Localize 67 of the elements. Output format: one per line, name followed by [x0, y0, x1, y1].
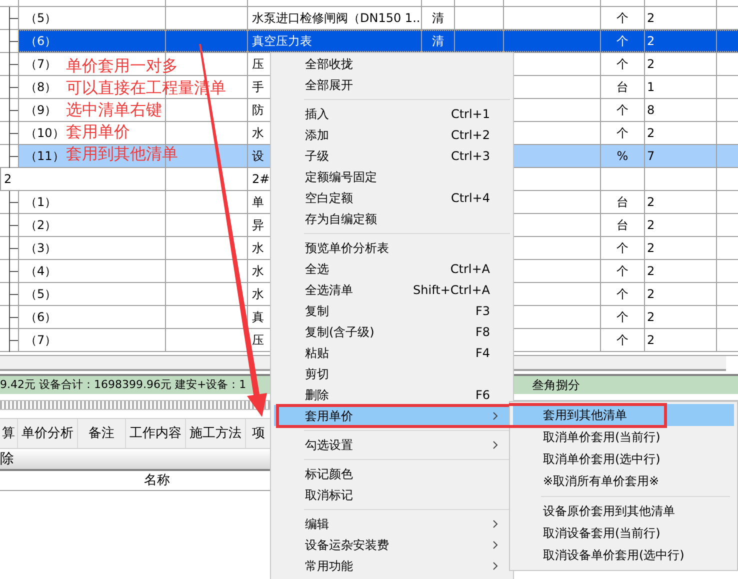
table-cell-text: 个: [616, 125, 628, 142]
table-cell-text: 2: [646, 332, 655, 349]
table-cell-text: （10）: [24, 125, 64, 142]
table-cell-text: 个: [616, 33, 628, 50]
table-cell-text: 手: [251, 79, 264, 96]
table-cell-text: （2）: [24, 217, 57, 234]
table-cell-text: 压: [251, 56, 264, 73]
table-cell-text: 个: [616, 10, 628, 27]
annotation-text: 单价套用一对多: [66, 57, 178, 75]
table-cell-text: 个: [616, 240, 628, 257]
table-cell-text: 个: [616, 56, 628, 73]
table-cell-text: 个: [616, 309, 628, 326]
table-cell-text: 水泵进口检修闸阀（DN150 1...: [251, 10, 421, 27]
table-cell-text: （11）: [24, 148, 64, 165]
status-text: 9.42元 设备合计：1698399.96元 建安+设备：1: [0, 376, 246, 393]
table-cell-text: （1）: [24, 194, 57, 211]
table-cell-text: （3）: [24, 240, 57, 257]
table-cell-text: 压: [251, 332, 264, 349]
table-cell-text: （8）: [24, 79, 57, 96]
table-cell-text: 2: [3, 171, 12, 188]
table-cell-text: （6）: [24, 309, 57, 326]
table-cell-text: （5）: [24, 286, 57, 303]
table-cell-text: 2#: [251, 171, 270, 188]
table-cell-text: 水: [251, 240, 264, 257]
annotation-text: 选中清单右键: [66, 101, 162, 119]
table-cell-text: 清: [432, 10, 444, 27]
annotation-text: 套用单价: [66, 123, 130, 141]
table-cell-text: 1: [646, 79, 655, 96]
table-cell-text: 个: [616, 102, 628, 119]
table-cell-text: 水: [251, 263, 264, 280]
table-cell-text: 2: [646, 125, 655, 142]
table-cell-text: 个: [616, 286, 628, 303]
table-cell-text: 异: [251, 217, 264, 234]
table-cell-text: 真空压力表: [251, 33, 312, 50]
table-cell-text: 2: [646, 240, 655, 257]
table-cell-text: 清: [432, 33, 444, 50]
table-cell-text: %: [616, 148, 628, 165]
table-cell-text: （4）: [24, 263, 57, 280]
table-cell-text: 2: [646, 286, 655, 303]
table-cell-text: （9）: [24, 102, 57, 119]
table-cell-text: 单: [251, 194, 264, 211]
table-cell-text: （7）: [24, 332, 57, 349]
annotation-text: 套用到其他清单: [66, 145, 178, 163]
table-cell-text: 台: [616, 217, 628, 234]
table-cell-text: 8: [646, 102, 655, 119]
table-cell-text: 个: [616, 263, 628, 280]
table-cell-text: （6）: [24, 33, 57, 50]
table-cell-text: 个: [616, 332, 628, 349]
table-cell-text: 2: [646, 309, 655, 326]
table-cell-text: 2: [646, 194, 655, 211]
table-cell-text: 防: [251, 102, 264, 119]
column-header: 名称: [0, 471, 270, 491]
table-cell-text: 水: [251, 125, 264, 142]
table-cell-text: 台: [616, 79, 628, 96]
table-cell-text: 2: [646, 56, 655, 73]
table-cell-text: 2: [646, 217, 655, 234]
table-cell-text: 真: [251, 309, 264, 326]
table-cell-text: 2: [646, 263, 655, 280]
table-cell-text: 台: [616, 194, 628, 211]
table-cell-text: 2: [646, 33, 655, 50]
table-cell-text: （7）: [24, 56, 57, 73]
status-text: 叁角捌分: [532, 377, 580, 394]
table-cell-text: 2: [646, 10, 655, 27]
table-cell-text: 7: [646, 148, 655, 165]
table-cell-text: （5）: [24, 10, 57, 27]
table-cell-text: 设: [251, 148, 264, 165]
table-cell-text: 水: [251, 286, 264, 303]
